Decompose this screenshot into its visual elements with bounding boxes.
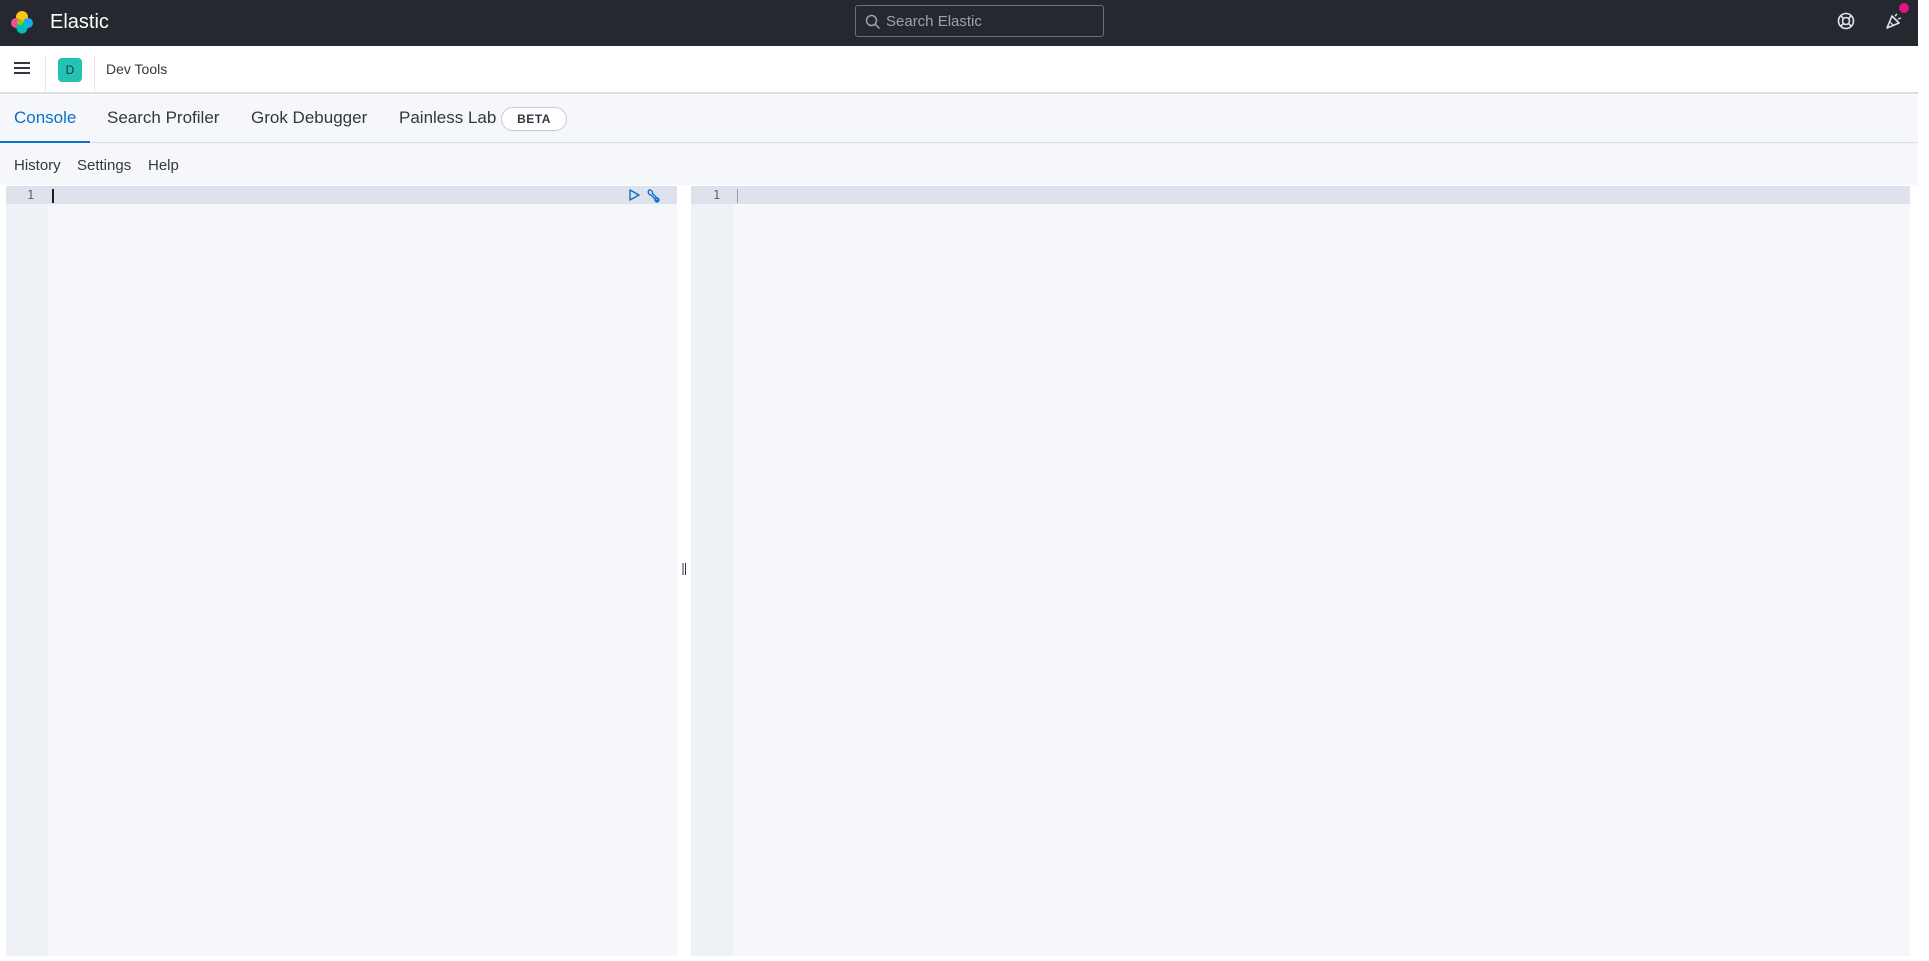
global-search[interactable] [855,5,1104,37]
dev-tools-tabs: Console Search Profiler Grok Debugger Pa… [0,95,1918,143]
settings-link[interactable]: Settings [77,157,131,174]
hamburger-icon[interactable] [12,60,32,76]
history-link[interactable]: History [14,157,61,174]
divider [45,56,46,94]
space-avatar[interactable]: D [58,58,82,82]
tab-search-profiler[interactable]: Search Profiler [107,95,219,143]
divider [94,56,95,94]
beta-badge: BETA [501,107,567,131]
request-editor[interactable]: 1 [6,186,677,956]
console-toolbar: History Settings Help [0,143,1918,185]
search-icon [865,14,881,30]
line-number: 1 [713,188,721,202]
breadcrumb-bar: D Dev Tools [0,46,1918,94]
wrench-icon[interactable] [645,188,661,204]
line-gutter [6,186,48,956]
response-editor[interactable]: 1 [691,186,1910,956]
notification-badge [1899,3,1909,13]
line-number: 1 [27,188,35,202]
help-icon[interactable] [1836,11,1856,31]
active-line [6,186,677,204]
newsfeed-icon[interactable] [1883,10,1905,32]
tab-console[interactable]: Console [0,95,91,143]
play-icon[interactable] [627,188,641,202]
tab-painless-lab[interactable]: Painless Lab [399,95,496,143]
panel-resizer-icon[interactable] [680,560,688,578]
line-gutter [691,186,733,956]
active-line [691,186,1910,204]
search-input[interactable] [886,6,1096,36]
text-cursor [52,189,54,203]
elastic-logo-icon[interactable] [10,10,34,34]
tab-grok-debugger[interactable]: Grok Debugger [251,95,367,143]
top-header: Elastic [0,0,1918,46]
text-cursor [737,189,738,203]
breadcrumb: Dev Tools [106,61,168,77]
brand-title[interactable]: Elastic [50,10,109,34]
help-link[interactable]: Help [148,157,179,174]
